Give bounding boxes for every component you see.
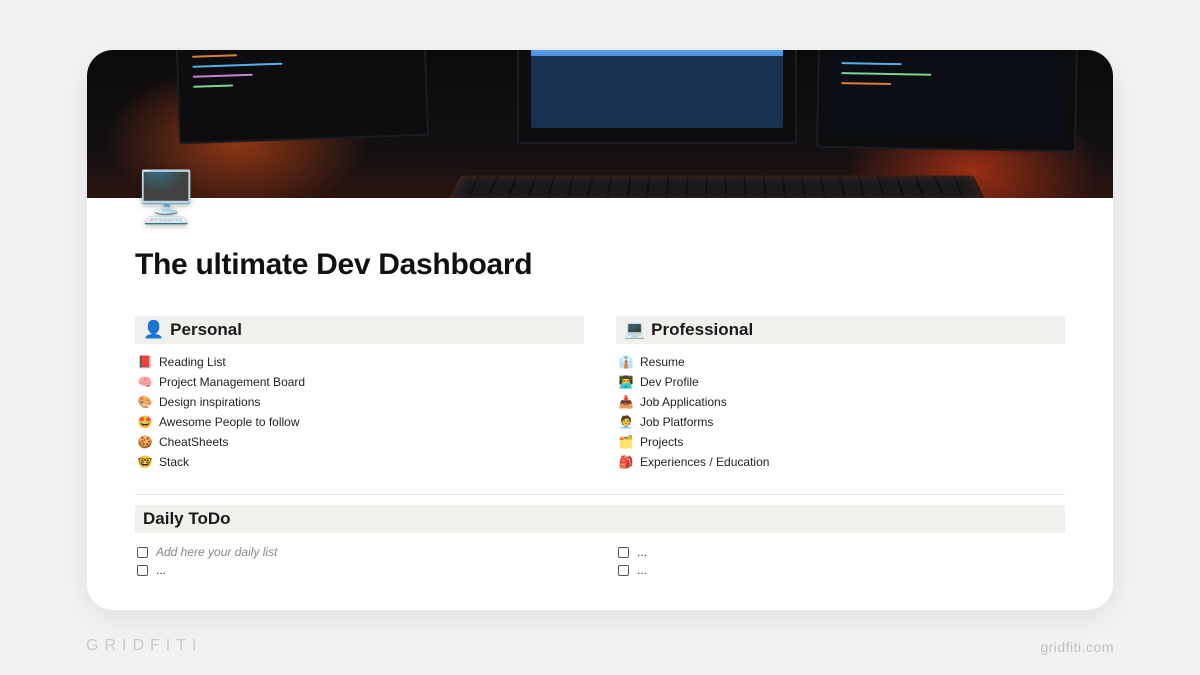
page-title[interactable]: The ultimate Dev Dashboard	[135, 248, 1065, 282]
columns-wrapper: 👤 Personal 📕 Reading List 🧠 Project Manage…	[135, 316, 1065, 472]
todo-item[interactable]: ...	[135, 561, 584, 579]
heading-professional-label: Professional	[651, 320, 753, 340]
heading-daily-todo[interactable]: Daily ToDo	[135, 505, 1065, 533]
cookie-icon: 🍪	[137, 435, 153, 449]
list-item[interactable]: 📥 Job Applications	[616, 392, 1065, 412]
inbox-icon: 📥	[618, 395, 634, 409]
office-worker-icon: 🧑‍💼	[618, 415, 634, 429]
book-icon: 📕	[137, 355, 153, 369]
list-item[interactable]: 🤓 Stack	[135, 452, 584, 472]
divider	[135, 494, 1065, 495]
cover-monitor-left	[175, 50, 429, 144]
cover-image	[87, 50, 1113, 198]
list-item[interactable]: 🧠 Project Management Board	[135, 372, 584, 392]
list-item-label: Experiences / Education	[640, 455, 769, 469]
checkbox-icon[interactable]	[137, 565, 148, 576]
necktie-icon: 👔	[618, 355, 634, 369]
column-personal: 👤 Personal 📕 Reading List 🧠 Project Manage…	[135, 316, 584, 472]
notion-page-card: 🖥️ The ultimate Dev Dashboard 👤 Personal…	[87, 50, 1113, 610]
starstruck-icon: 🤩	[137, 415, 153, 429]
list-item[interactable]: 👔 Resume	[616, 352, 1065, 372]
cover-monitor-center	[517, 50, 797, 144]
nerd-icon: 🤓	[137, 455, 153, 469]
heading-professional[interactable]: 💻 Professional	[616, 316, 1065, 344]
list-item[interactable]: 📕 Reading List	[135, 352, 584, 372]
technologist-icon: 👨‍💻	[618, 375, 634, 389]
todo-item[interactable]: Add here your daily list	[135, 543, 584, 561]
list-item[interactable]: 🎒 Experiences / Education	[616, 452, 1065, 472]
list-professional: 👔 Resume 👨‍💻 Dev Profile 📥 Job Applications…	[616, 352, 1065, 472]
list-item-label: Awesome People to follow	[159, 415, 300, 429]
watermark-brand: GRIDFITI	[86, 637, 202, 655]
page-content: The ultimate Dev Dashboard 👤 Personal 📕 R…	[87, 198, 1113, 579]
file-box-icon: 🗂️	[618, 435, 634, 449]
list-item-label: Dev Profile	[640, 375, 699, 389]
list-item[interactable]: 🤩 Awesome People to follow	[135, 412, 584, 432]
list-item-label: Resume	[640, 355, 685, 369]
page-icon[interactable]: 🖥️	[135, 172, 197, 222]
list-item-label: Project Management Board	[159, 375, 305, 389]
todo-columns: Add here your daily list ... ... ...	[135, 543, 1065, 579]
list-item-label: Projects	[640, 435, 683, 449]
list-item-label: Job Applications	[640, 395, 727, 409]
backpack-icon: 🎒	[618, 455, 634, 469]
checkbox-icon[interactable]	[618, 547, 629, 558]
todo-item-label: ...	[156, 563, 166, 577]
cover-keyboard	[447, 175, 987, 198]
heading-personal[interactable]: 👤 Personal	[135, 316, 584, 344]
todo-item[interactable]: ...	[616, 561, 1065, 579]
list-item[interactable]: 👨‍💻 Dev Profile	[616, 372, 1065, 392]
list-item-label: Job Platforms	[640, 415, 713, 429]
todo-item-label: ...	[637, 545, 647, 559]
todo-item-label: Add here your daily list	[156, 545, 277, 559]
person-icon: 👤	[143, 320, 164, 340]
list-item-label: Design inspirations	[159, 395, 260, 409]
cover-monitor-right	[816, 50, 1078, 152]
list-item[interactable]: 🍪 CheatSheets	[135, 432, 584, 452]
todo-column-right: ... ...	[616, 543, 1065, 579]
list-item-label: Reading List	[159, 355, 226, 369]
list-item-label: Stack	[159, 455, 189, 469]
list-item[interactable]: 🎨 Design inspirations	[135, 392, 584, 412]
laptop-icon: 💻	[624, 320, 645, 340]
list-item-label: CheatSheets	[159, 435, 228, 449]
checkbox-icon[interactable]	[618, 565, 629, 576]
todo-item[interactable]: ...	[616, 543, 1065, 561]
list-item[interactable]: 🧑‍💼 Job Platforms	[616, 412, 1065, 432]
watermark-site: gridfiti.com	[1040, 639, 1114, 655]
todo-item-label: ...	[637, 563, 647, 577]
heading-personal-label: Personal	[170, 320, 242, 340]
todo-column-left: Add here your daily list ...	[135, 543, 584, 579]
brain-icon: 🧠	[137, 375, 153, 389]
list-personal: 📕Reading List 🧠Project Management Board …	[135, 352, 584, 472]
list-item[interactable]: 🗂️ Projects	[616, 432, 1065, 452]
checkbox-icon[interactable]	[137, 547, 148, 558]
column-professional: 💻 Professional 👔 Resume 👨‍💻 Dev Profile 📥 J…	[616, 316, 1065, 472]
palette-icon: 🎨	[137, 395, 153, 409]
